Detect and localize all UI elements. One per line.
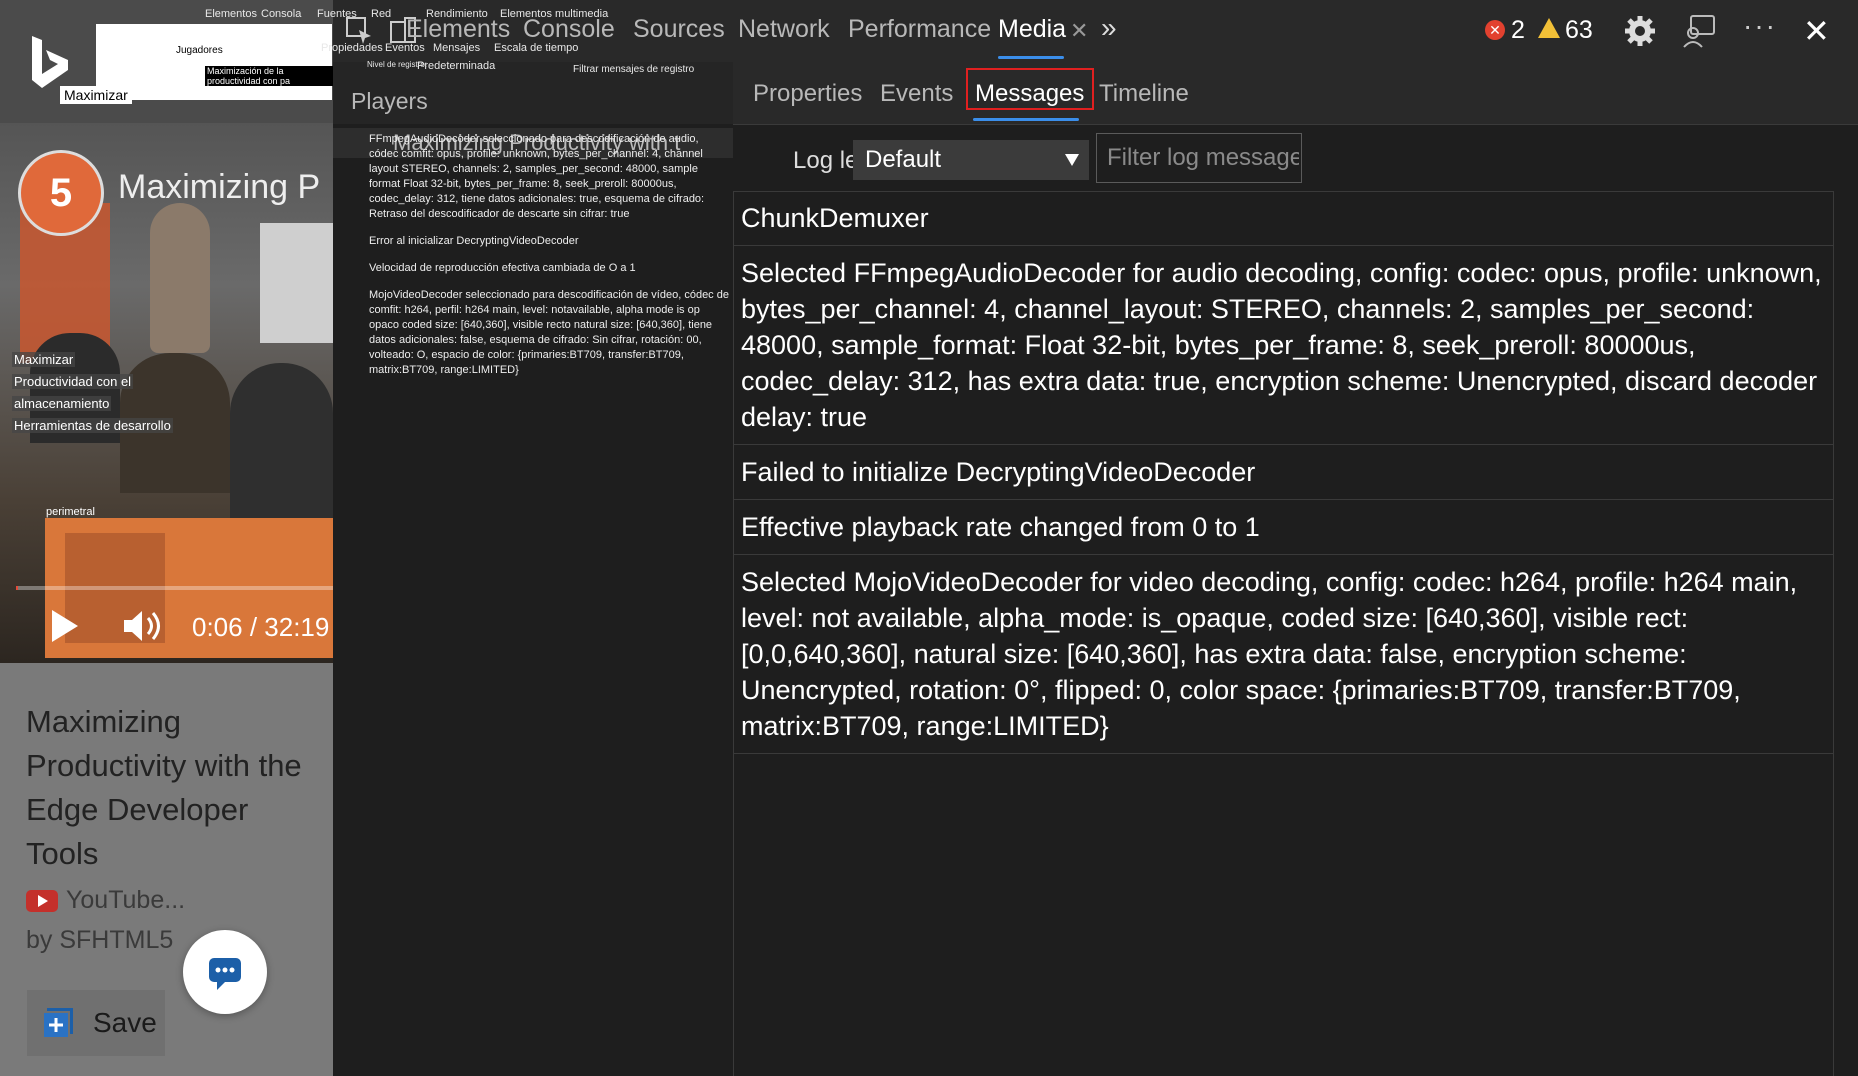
- players-title: Players: [351, 88, 428, 114]
- save-button[interactable]: Save: [27, 990, 165, 1056]
- overlay-note: almacenamiento: [12, 396, 112, 411]
- players-pane: Players Nivel de registro: Predeterminad…: [333, 60, 734, 1076]
- browser-sidebar: Jugadores Maximización de la productivid…: [0, 0, 333, 1076]
- overlay-log-line: FFmpegAudioDecoder seleccionado para des…: [369, 133, 705, 220]
- overlay-note: perimetral: [46, 506, 95, 518]
- overlay-label: Rendimiento: [426, 8, 488, 20]
- gear-icon[interactable]: [1623, 14, 1657, 48]
- tab-media[interactable]: Media: [998, 15, 1066, 44]
- overlay-player-name: Maximización de la productividad con pa: [205, 66, 333, 86]
- video-time: 0:06 / 32:19: [192, 612, 330, 642]
- log-message: Failed to initialize DecryptingVideoDeco…: [733, 445, 1833, 500]
- chevron-down-icon: [1065, 154, 1079, 166]
- youtube-icon: [26, 889, 58, 912]
- error-count[interactable]: 2: [1511, 16, 1525, 45]
- log-message: ChunkDemuxer: [733, 191, 1833, 246]
- overlay-players-label: Jugadores: [176, 45, 223, 56]
- devtools-tabbar: Elements Console Sources Network Perform…: [205, 0, 1858, 63]
- tab-events[interactable]: Events: [880, 80, 953, 108]
- overlay-log-line: Velocidad de reproducción efectiva cambi…: [369, 262, 636, 274]
- log-level-select[interactable]: Default: [853, 140, 1089, 180]
- feedback-icon[interactable]: [1681, 13, 1717, 49]
- video-author: by SFHTML5: [26, 926, 174, 954]
- tab-performance[interactable]: Performance: [848, 15, 991, 44]
- channel-avatar[interactable]: 5: [18, 150, 104, 236]
- chat-icon: [209, 958, 241, 990]
- log-filter-bar: Log level: Default: [733, 125, 1858, 192]
- close-devtools-icon[interactable]: ✕: [1803, 12, 1830, 50]
- volume-icon[interactable]: [122, 606, 164, 646]
- overlay-log-line: Error al inicializar DecryptingVideoDeco…: [369, 235, 579, 247]
- translated-log-overlay: FFmpegAudioDecoder seleccionado para des…: [369, 132, 729, 390]
- overlay-label: Escala de tiempo: [494, 42, 579, 54]
- log-level-value: Default: [865, 146, 942, 173]
- video-card-title[interactable]: Maximizing Productivity with the Edge De…: [26, 700, 306, 876]
- overlay-note: Herramientas de desarrollo: [12, 418, 173, 433]
- message-list: ChunkDemuxer Selected FFmpegAudioDecoder…: [733, 191, 1833, 754]
- log-message: Selected MojoVideoDecoder for video deco…: [733, 555, 1833, 754]
- tab-sources[interactable]: Sources: [633, 15, 725, 44]
- overlay-label: Fuentes: [317, 8, 357, 20]
- more-options-icon[interactable]: ···: [1743, 10, 1777, 42]
- devtools-panel: Elements Console Sources Network Perform…: [205, 0, 1858, 1076]
- overlay-note: Maximizar: [12, 352, 76, 367]
- bing-logo-icon: [32, 36, 68, 88]
- warning-count[interactable]: 63: [1565, 16, 1593, 45]
- overlay-label: Filtrar mensajes de registro: [573, 64, 695, 75]
- overlay-label: Eventos: [385, 42, 425, 54]
- video-overlay-title: Maximizing P: [118, 168, 321, 206]
- more-tabs-icon[interactable]: »: [1101, 12, 1117, 44]
- overlay-label: Red: [371, 8, 392, 20]
- overlay-log-line: MojoVideoDecoder seleccionado para desco…: [369, 289, 729, 376]
- overlay-label: Elementos: [205, 8, 257, 20]
- overlay-label: Predeterminada: [417, 60, 496, 72]
- add-collection-icon: [42, 1008, 73, 1039]
- play-icon[interactable]: [48, 606, 82, 646]
- overlay-label: Propiedades: [321, 42, 383, 54]
- close-tab-icon[interactable]: ✕: [1070, 18, 1088, 44]
- video-source-label: YouTube...: [66, 886, 186, 914]
- filter-log-input[interactable]: [1096, 133, 1302, 183]
- save-label: Save: [93, 1007, 157, 1038]
- log-message: Effective playback rate changed from 0 t…: [733, 500, 1833, 555]
- video-progress-bar[interactable]: [16, 586, 333, 590]
- chat-button[interactable]: [183, 930, 267, 1014]
- video-source[interactable]: YouTube...: [26, 886, 185, 915]
- overlay-label: Mensajes: [433, 42, 481, 54]
- log-message: Selected FFmpegAudioDecoder for audio de…: [733, 246, 1833, 445]
- scrollbar[interactable]: [1833, 191, 1858, 1076]
- tab-timeline[interactable]: Timeline: [1099, 80, 1189, 108]
- overlay-label: Elementos multimedia: [500, 8, 609, 20]
- warning-icon[interactable]: [1538, 18, 1560, 38]
- maximize-tooltip: Maximizar: [60, 86, 132, 104]
- video-progress-fill: [16, 586, 18, 590]
- tab-properties[interactable]: Properties: [753, 80, 862, 108]
- active-tab-indicator: [998, 56, 1064, 59]
- tab-network[interactable]: Network: [738, 15, 830, 44]
- media-subtabs: Properties Events Messages Timeline: [733, 62, 1858, 125]
- overlay-label: Consola: [261, 8, 302, 20]
- tab-messages[interactable]: Messages: [975, 80, 1084, 108]
- error-icon[interactable]: ✕: [1485, 20, 1505, 40]
- active-subtab-indicator: [973, 118, 1079, 121]
- overlay-note: Productividad con el: [12, 374, 134, 389]
